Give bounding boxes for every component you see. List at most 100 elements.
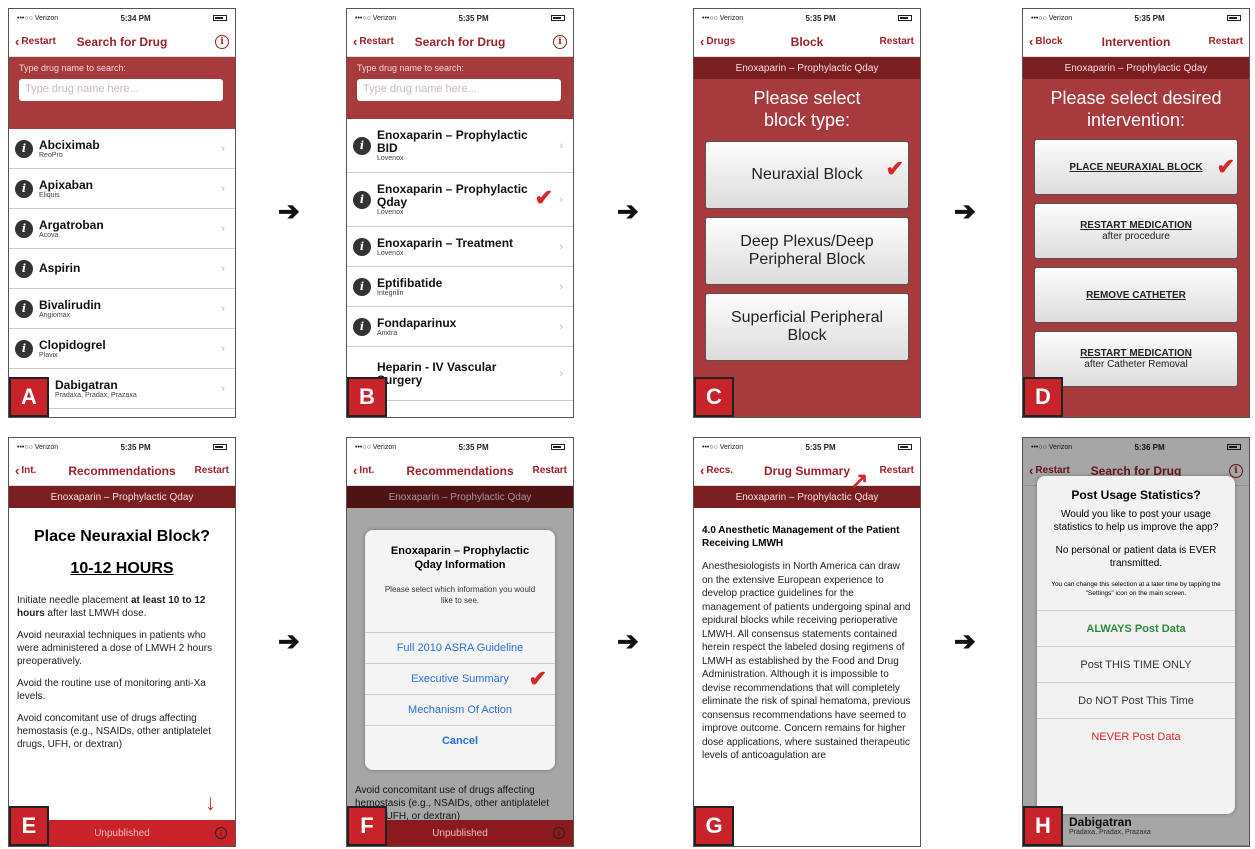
info-icon[interactable]: i [353, 190, 371, 209]
info-icon[interactable]: i [353, 237, 371, 256]
info-icon[interactable]: i [15, 219, 33, 238]
status-bar: •••○○ Verizon 5:35 PM [694, 438, 920, 456]
post-this-time-button[interactable]: Post THIS TIME ONLY [1037, 646, 1235, 682]
drug-row-bivalirudin[interactable]: i Bivalirudin Angiomax › [9, 289, 235, 329]
drug-name: Enoxaparin – Prophylactic Qday [377, 182, 528, 209]
drug-row-abciximab[interactable]: i Abciximab ReoPro › [9, 129, 235, 169]
drug-row-fondaparinux[interactable]: i Fondaparinux Arixtra › [347, 307, 573, 347]
info-icon[interactable]: i [215, 827, 227, 839]
nav-bar: ‹ Int. Recommendations Restart [9, 456, 235, 486]
drug-brand: Eliquis [39, 191, 60, 199]
button-label: Neuraxial Block [751, 166, 863, 183]
executive-summary-option[interactable]: Executive Summary ✔ [365, 663, 555, 694]
mechanism-option[interactable]: Mechanism Of Action [365, 694, 555, 725]
search-label: Type drug name to search: [19, 63, 127, 73]
info-icon[interactable]: i [353, 277, 371, 296]
carrier: •••○○ Verizon [17, 443, 59, 451]
back-button[interactable]: ‹ Drugs [700, 33, 736, 49]
phone-b: •••○○ Verizon 5:35 PM ‹ Restart Search fo… [346, 8, 574, 418]
dialog-title: Post Usage Statistics? [1071, 488, 1201, 502]
panel-label-d: D [1023, 377, 1063, 417]
full-guideline-option[interactable]: Full 2010 ASRA Guideline [365, 632, 555, 663]
button-label: REMOVE CATHETER [1086, 289, 1186, 301]
info-icon[interactable]: i [553, 34, 567, 49]
flow-arrow-icon: ➔ [617, 626, 639, 656]
nav-bar: ‹ Recs. Drug Summary Restart [694, 456, 920, 486]
place-neuraxial-block-button[interactable]: PLACE NEURAXIAL BLOCK ✔ [1034, 139, 1238, 195]
rec-paragraph-4: Avoid concomitant use of drugs affecting… [17, 713, 211, 750]
info-icon[interactable]: i [15, 339, 33, 358]
button-label: PLACE NEURAXIAL BLOCK [1069, 161, 1203, 173]
restart-button[interactable]: Restart [880, 36, 914, 47]
restart-button[interactable]: Restart [1209, 36, 1243, 47]
back-button[interactable]: ‹ Block [1029, 35, 1063, 48]
button-sublabel: after Catheter Removal [1084, 359, 1188, 370]
nav-bar: ‹ Int. Recommendations Restart [347, 456, 573, 486]
flow-arrow-icon: ➔ [617, 196, 639, 226]
back-button[interactable]: ‹ Restart [15, 35, 56, 48]
drug-row-clopidogrel[interactable]: i Clopidogrel Plavix › [9, 329, 235, 369]
carrier: •••○○ Verizon [355, 14, 397, 22]
clock: 5:35 PM [1134, 13, 1165, 23]
deep-plexus-block-button[interactable]: Deep Plexus/Deep Peripheral Block [705, 217, 909, 285]
info-icon[interactable]: i [353, 136, 371, 155]
neuraxial-block-button[interactable]: Neuraxial Block ✔ [705, 141, 909, 209]
cancel-option[interactable]: Cancel [365, 725, 555, 756]
info-icon[interactable]: i [353, 317, 371, 336]
always-post-button[interactable]: ALWAYS Post Data [1037, 610, 1235, 646]
never-post-button[interactable]: NEVER Post Data [1037, 718, 1235, 754]
restart-button[interactable]: Restart [195, 465, 229, 476]
panel-label-a: A [9, 377, 49, 417]
drug-row-enox-bid[interactable]: i Enoxaparin – Prophylactic BID Lovenox › [347, 119, 573, 173]
drug-row-eptifibatide[interactable]: i Eptifibatide Integrilin › [347, 267, 573, 307]
restart-button[interactable]: Restart [880, 465, 914, 476]
restart-after-catheter-button[interactable]: RESTART MEDICATION after Catheter Removal [1034, 331, 1238, 387]
clock: 5:35 PM [805, 442, 836, 452]
drug-row-enox-qday[interactable]: i Enoxaparin – Prophylactic Qday Lovenox › ✔ [347, 173, 573, 227]
red-pointer-arrow: ↗ [850, 468, 869, 493]
back-label: Drugs [706, 36, 736, 47]
panel-label-h: H [1023, 806, 1063, 846]
nav-bar: ‹ Block Intervention Restart [1023, 27, 1249, 57]
drug-brand: Lovenox [377, 209, 404, 216]
carrier: •••○○ Verizon [1031, 14, 1073, 22]
usage-stats-dialog: Post Usage Statistics? Would you like to… [1037, 476, 1235, 814]
drug-brand: Pradaxa, Pradax, Prazaxa [55, 391, 137, 399]
drug-row-argatroban[interactable]: i Argatroban Acova › [9, 209, 235, 249]
info-icon[interactable]: i [15, 299, 33, 318]
remove-catheter-button[interactable]: REMOVE CATHETER [1034, 267, 1238, 323]
phone-f: •••○○ Verizon 5:35 PM ‹ Int. Recommendati… [346, 437, 574, 847]
back-button[interactable]: ‹ Int. [15, 464, 36, 477]
back-button[interactable]: ‹ Restart [353, 35, 394, 48]
intervention-prompt: Please select desired intervention: [1050, 88, 1222, 130]
drug-row-apixaban[interactable]: i Apixaban Eliquis › [9, 169, 235, 209]
drug-row-aspirin[interactable]: i Aspirin › [9, 249, 235, 289]
info-icon[interactable]: i [15, 179, 33, 198]
drug-brand: Lovenox [377, 249, 404, 257]
info-icon[interactable]: i [15, 139, 33, 158]
status-bar: •••○○ Verizon 5:35 PM [347, 438, 573, 456]
back-button[interactable]: ‹ Int. [353, 464, 374, 477]
superficial-block-button[interactable]: Superficial Peripheral Block [705, 293, 909, 361]
do-not-post-button[interactable]: Do NOT Post This Time [1037, 682, 1235, 718]
battery-icon [213, 15, 227, 21]
button-sublabel: after procedure [1102, 231, 1170, 242]
chevron-left-icon: ‹ [700, 33, 705, 49]
button-label: RESTART MEDICATION [1080, 220, 1192, 231]
drug-brand: Acova [39, 231, 59, 239]
info-icon[interactable]: i [553, 827, 565, 839]
status-bar: •••○○ Verizon 5:35 PM [1023, 9, 1249, 27]
search-input[interactable]: Type drug name here... [357, 79, 561, 101]
chevron-right-icon: › [559, 240, 563, 253]
back-label: Recs. [706, 465, 734, 476]
restart-button[interactable]: Restart [533, 465, 567, 476]
phone-d: •••○○ Verizon 5:35 PM ‹ Block Interventio… [1022, 8, 1250, 418]
battery-icon [898, 15, 912, 21]
info-icon[interactable]: i [215, 34, 229, 49]
clock: 5:35 PM [805, 13, 836, 23]
info-icon[interactable]: i [15, 259, 33, 278]
back-button[interactable]: ‹ Recs. [700, 464, 734, 477]
drug-name: Bivalirudin [39, 297, 102, 312]
drug-row-enox-treatment[interactable]: i Enoxaparin – Treatment Lovenox › [347, 227, 573, 267]
restart-medication-button[interactable]: RESTART MEDICATION after procedure [1034, 203, 1238, 259]
